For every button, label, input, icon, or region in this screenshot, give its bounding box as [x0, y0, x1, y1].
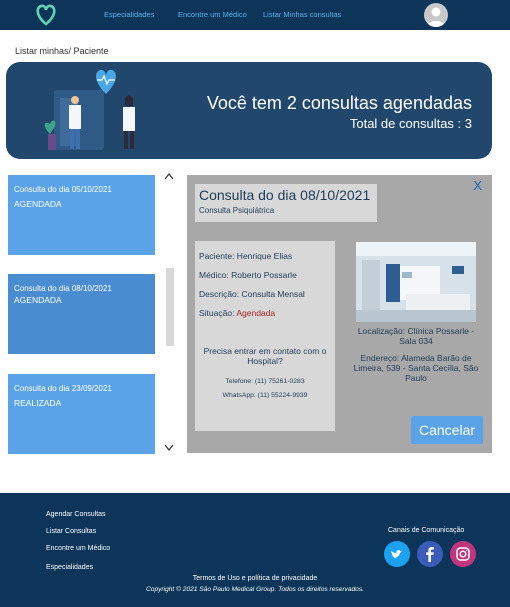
- situation-label: Situação:: [199, 308, 237, 318]
- footer-link-agendar[interactable]: Agendar Consultas: [46, 511, 106, 518]
- detail-type: Consulta Psiquiátrica: [199, 206, 275, 215]
- nav-especialidades[interactable]: Especialidades: [104, 10, 154, 19]
- phone-number: Telefone: (11) 75261-0283: [225, 378, 305, 385]
- nav-listar-consultas[interactable]: Listar Minhas consultas: [263, 10, 341, 19]
- instagram-icon[interactable]: [450, 541, 476, 567]
- patient-name: Paciente: Henrique Elias: [199, 251, 293, 261]
- footer-link-especialidades[interactable]: Especialidades: [46, 564, 93, 571]
- doctors-illustration: [36, 68, 156, 156]
- contact-question: Precisa entrar em contato com o Hospital…: [203, 346, 327, 366]
- appointment-card-title: Consulta do dia 05/10/2021: [14, 185, 112, 194]
- user-avatar-icon[interactable]: [424, 3, 448, 27]
- appointment-card-title: Consulta do dia 08/10/2021: [14, 284, 112, 293]
- scroll-down-icon[interactable]: [164, 444, 174, 454]
- cancel-button[interactable]: Cancelar: [411, 416, 483, 444]
- appointment-card-selected[interactable]: Consulta do dia 08/10/2021 AGENDADA: [8, 274, 155, 354]
- facebook-icon[interactable]: [417, 541, 443, 567]
- footer-link-listar[interactable]: Listar Consultas: [46, 528, 96, 535]
- doctor-name: Médico: Roberto Possarle: [199, 270, 297, 280]
- detail-title: Consulta do dia 08/10/2021: [199, 187, 371, 203]
- situation-value: Agendada: [236, 308, 276, 318]
- appointment-card-status: AGENDADA: [14, 199, 62, 209]
- detail-header: Consulta do dia 08/10/2021 Consulta Psiq…: [195, 184, 377, 222]
- banner-subtitle: Total de consultas : 3: [349, 116, 472, 131]
- clinic-address: Endereço: Alameda Barão de Limeira, 539 …: [353, 353, 479, 383]
- detail-info-box: Paciente: Henrique Elias Médico: Roberto…: [195, 241, 335, 431]
- scroll-up-icon[interactable]: [164, 172, 174, 182]
- appointment-card-status: REALIZADA: [14, 398, 62, 408]
- clinic-location: Localização: Clínica Possarle - Sala 034: [357, 326, 475, 346]
- summary-banner: Você tem 2 consultas agendadas Total de …: [6, 62, 492, 159]
- banner-title: Você tem 2 consultas agendadas: [206, 93, 472, 113]
- appointment-detail-panel: X Consulta do dia 08/10/2021 Consulta Ps…: [187, 175, 492, 453]
- footer-link-encontre[interactable]: Encontre um Médico: [46, 545, 110, 552]
- clinic-photo: [356, 242, 476, 322]
- appointment-card-title: Consulta do dia 23/09/2021: [14, 384, 112, 393]
- breadcrumb: Listar minhas/ Paciente: [15, 46, 109, 56]
- appointment-card[interactable]: Consulta do dia 23/09/2021 REALIZADA: [8, 374, 155, 454]
- whatsapp-number: WhatsApp: (11) 55224-9939: [222, 392, 308, 399]
- top-navbar: Especialidades Encontre um Médico Listar…: [0, 0, 510, 30]
- situation: Situação: Agendada: [199, 308, 331, 318]
- terms-link[interactable]: Termos de Uso e política de privacidade: [0, 575, 510, 582]
- footer: Agendar Consultas Listar Consultas Encon…: [0, 493, 510, 607]
- logo-icon[interactable]: [34, 2, 58, 28]
- close-button[interactable]: X: [473, 178, 482, 193]
- scrollbar-thumb[interactable]: [166, 268, 174, 346]
- nav-encontre-medico[interactable]: Encontre um Médico: [178, 10, 247, 19]
- description: Descrição: Consulta Mensal: [199, 289, 305, 299]
- appointment-card[interactable]: Consulta do dia 05/10/2021 AGENDADA: [8, 175, 155, 255]
- copyright: Copyright © 2021 São Paulo Medical Group…: [146, 586, 364, 593]
- communication-channels-label: Canais de Comunicação: [388, 527, 465, 534]
- twitter-icon[interactable]: [384, 541, 410, 567]
- appointment-card-status: AGENDADA: [14, 295, 62, 305]
